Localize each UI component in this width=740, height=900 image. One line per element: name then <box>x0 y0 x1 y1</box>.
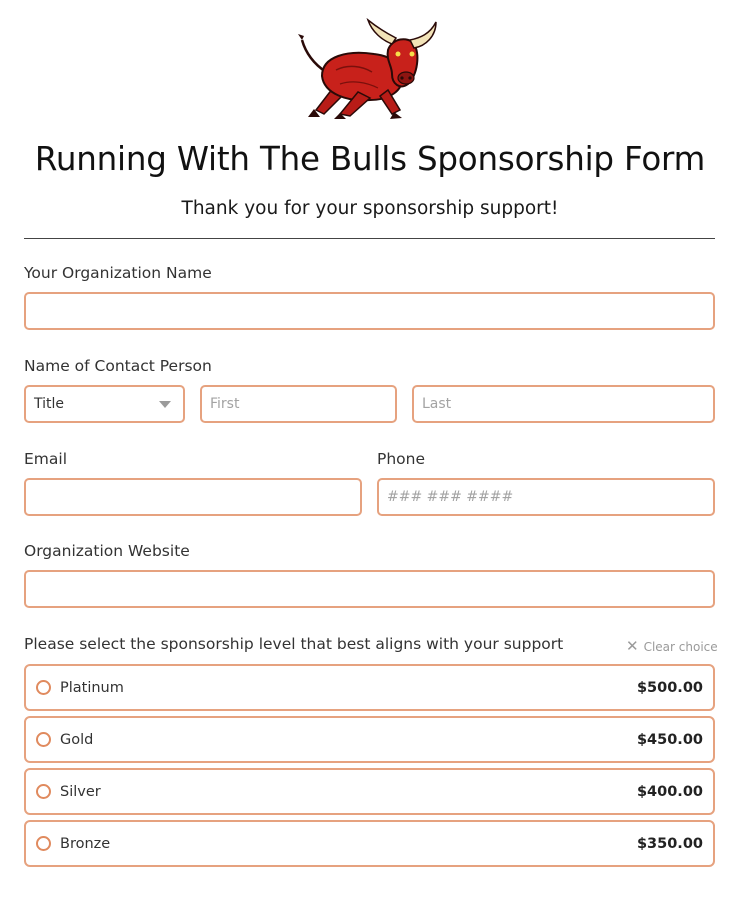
option-label: Bronze <box>60 835 111 852</box>
organization-name-input[interactable] <box>26 294 713 328</box>
option-label: Gold <box>60 731 94 748</box>
email-label: Email <box>24 450 68 468</box>
email-input[interactable] <box>26 480 360 514</box>
radio-button[interactable] <box>36 784 51 799</box>
header-divider <box>24 238 715 239</box>
last-name-input[interactable] <box>414 387 713 421</box>
phone-field <box>377 478 715 516</box>
phone-input[interactable] <box>379 480 713 514</box>
sponsorship-option-bronze[interactable]: Bronze $350.00 <box>24 820 715 867</box>
clear-choice-button[interactable]: ✕ Clear choice <box>626 639 718 654</box>
radio-button[interactable] <box>36 732 51 747</box>
contact-person-label: Name of Contact Person <box>24 357 212 375</box>
first-name-field <box>200 385 397 423</box>
sponsorship-question: Please select the sponsorship level that… <box>24 635 564 653</box>
organization-name-label: Your Organization Name <box>24 264 212 282</box>
sponsorship-option-gold[interactable]: Gold $450.00 <box>24 716 715 763</box>
option-label: Silver <box>60 783 101 800</box>
last-name-field <box>412 385 715 423</box>
radio-button[interactable] <box>36 836 51 851</box>
close-icon: ✕ <box>626 637 639 655</box>
option-price: $400.00 <box>636 783 703 800</box>
bull-logo <box>298 17 437 119</box>
option-label: Platinum <box>60 679 124 696</box>
website-label: Organization Website <box>24 542 190 560</box>
title-select-value: Title <box>34 396 65 412</box>
sponsorship-option-platinum[interactable]: Platinum $500.00 <box>24 664 715 711</box>
website-input[interactable] <box>26 572 713 606</box>
radio-button[interactable] <box>36 680 51 695</box>
first-name-input[interactable] <box>202 387 395 421</box>
option-price: $350.00 <box>636 835 703 852</box>
option-price: $450.00 <box>636 731 703 748</box>
form-subtitle: Thank you for your sponsorship support! <box>181 198 559 219</box>
organization-name-field <box>24 292 715 330</box>
caret-down-icon <box>159 400 171 408</box>
option-price: $500.00 <box>636 679 703 696</box>
sponsorship-option-silver[interactable]: Silver $400.00 <box>24 768 715 815</box>
clear-choice-label: Clear choice <box>643 639 718 654</box>
title-select[interactable]: Title <box>24 385 185 423</box>
email-field <box>24 478 362 516</box>
website-field <box>24 570 715 608</box>
form-title: Running With The Bulls Sponsorship Form <box>34 140 706 178</box>
phone-label: Phone <box>377 450 426 468</box>
